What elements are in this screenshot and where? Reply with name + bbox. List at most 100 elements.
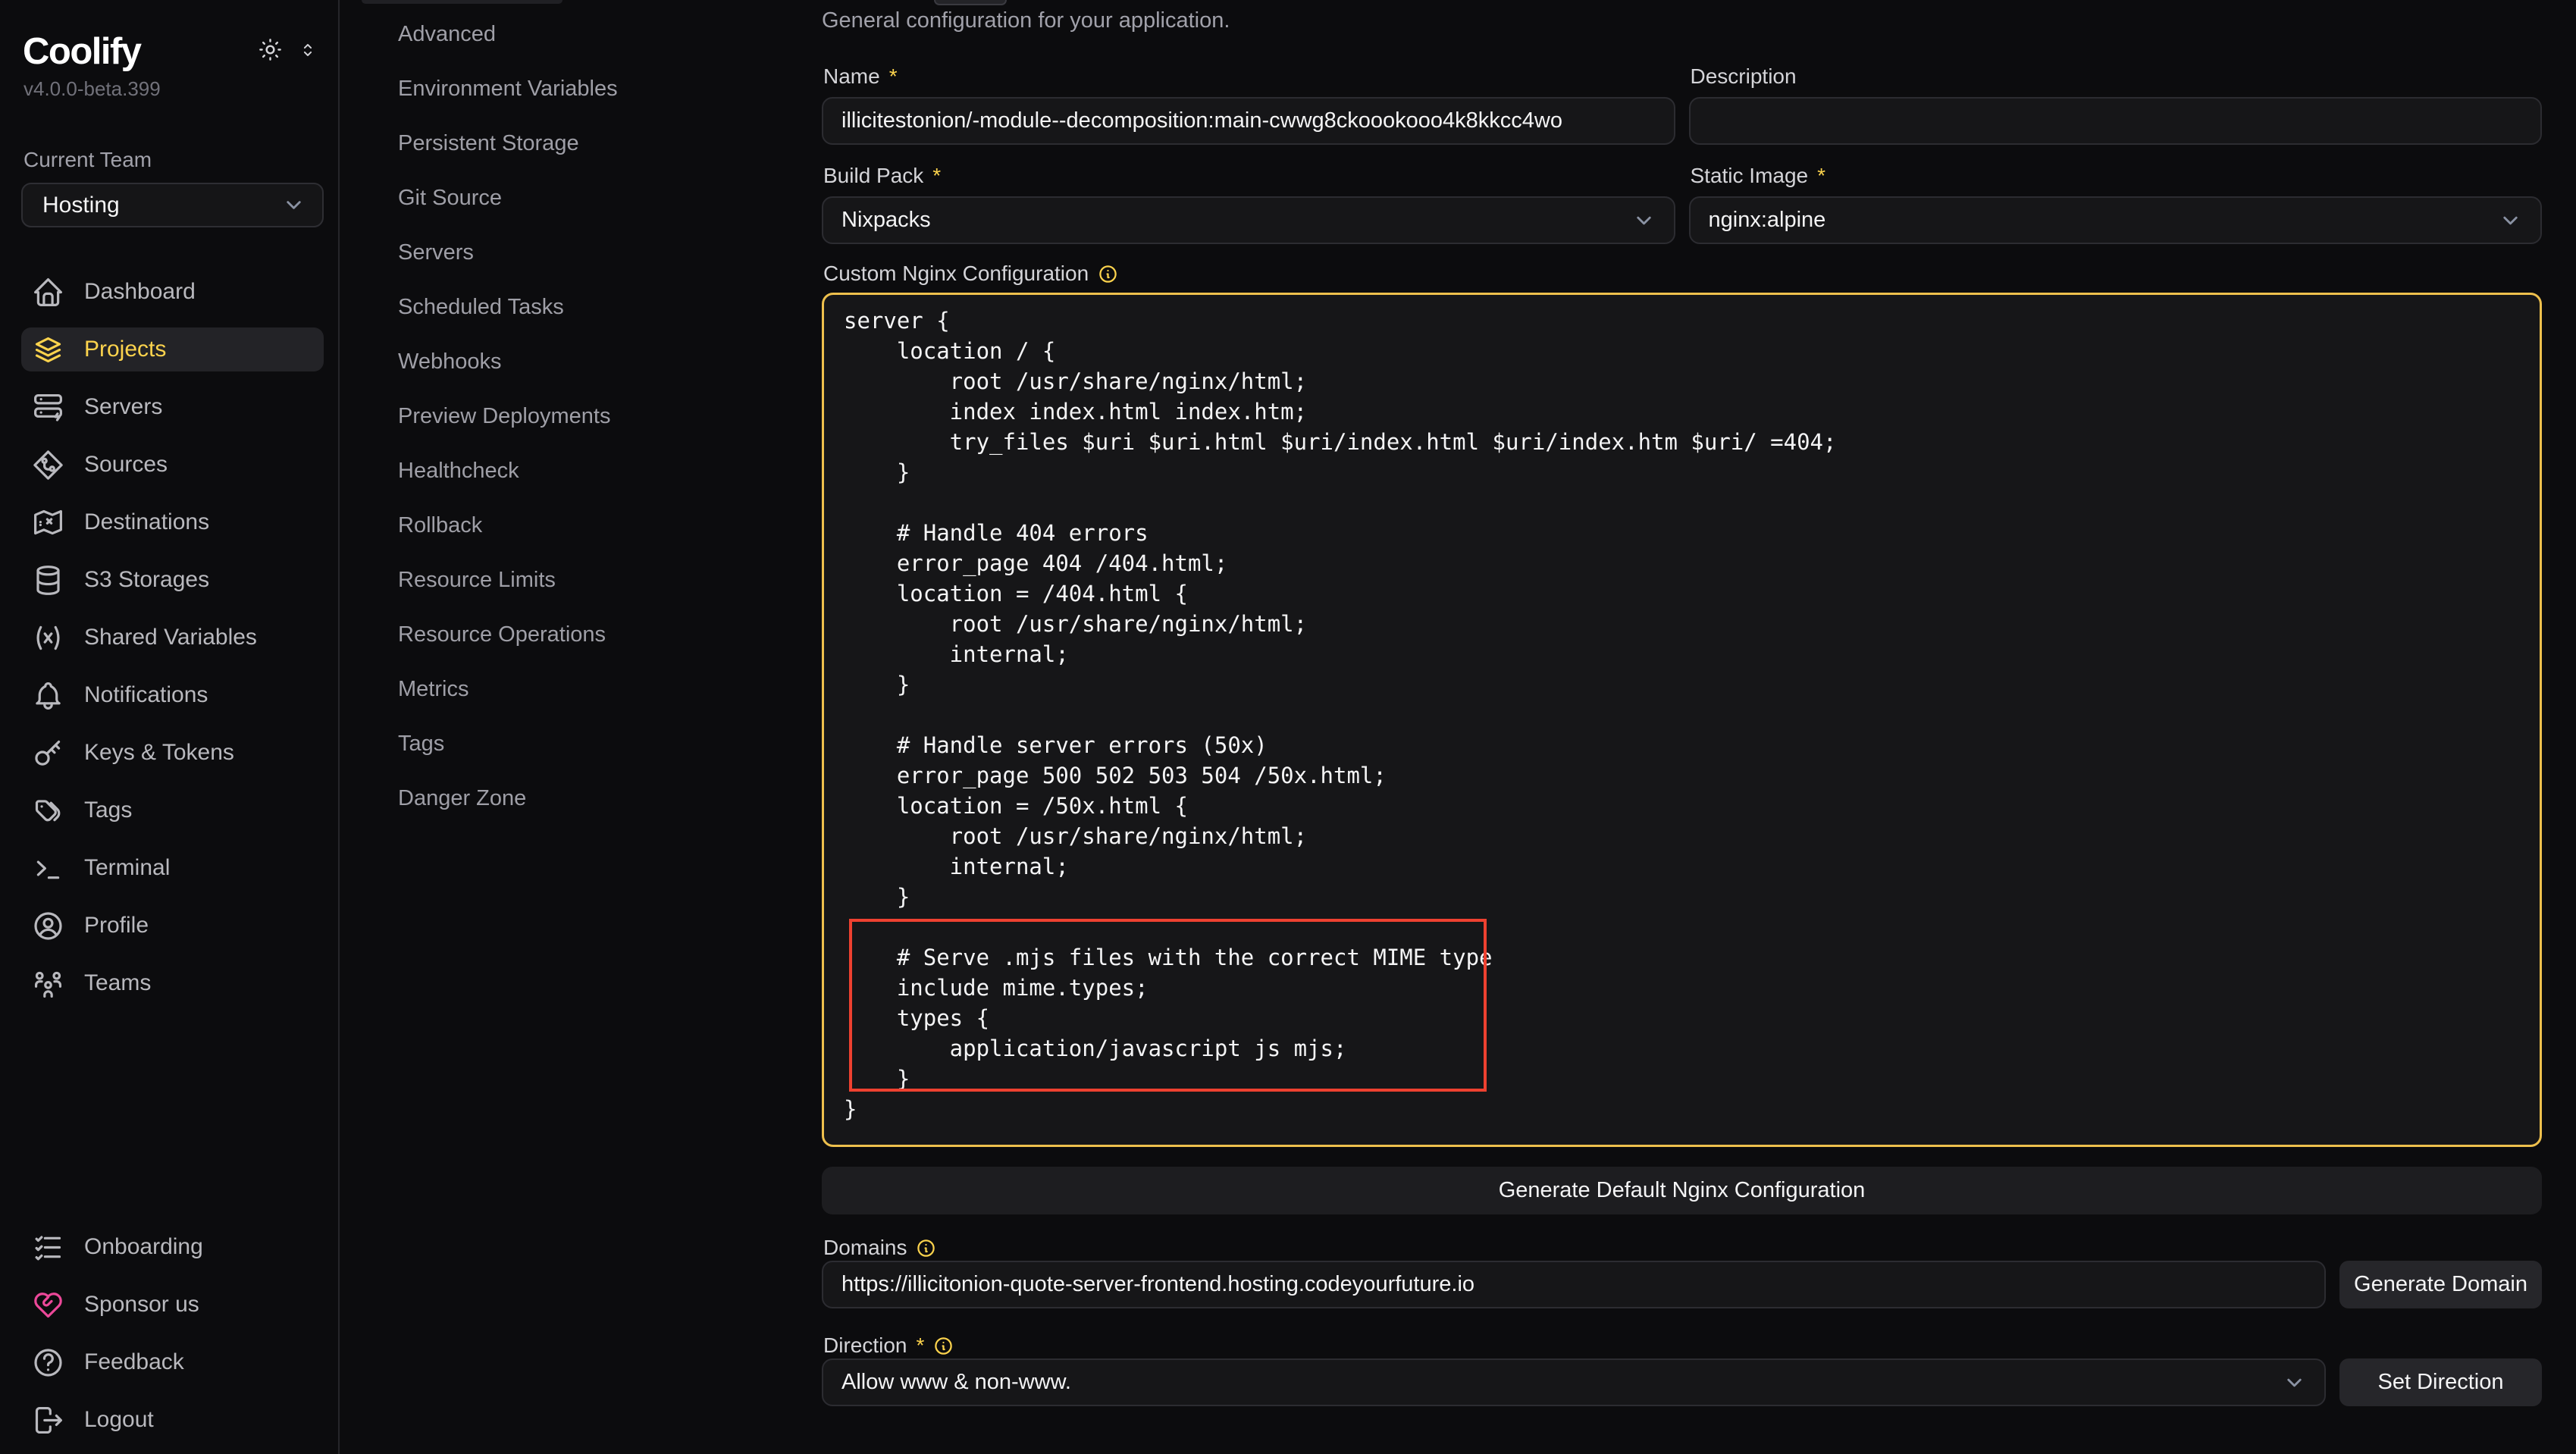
tags-icon	[31, 794, 65, 828]
settings-nav-item-label: Persistent Storage	[398, 131, 579, 156]
domains-input[interactable]	[822, 1261, 2326, 1308]
settings-nav: Advanced Environment Variables Persisten…	[340, 0, 804, 1454]
settings-nav-item[interactable]: Rollback	[398, 498, 804, 553]
sidebar-item-label: Servers	[84, 394, 162, 420]
sidebar-item-label: Keys & Tokens	[84, 740, 234, 766]
settings-nav-item-label: Advanced	[398, 22, 496, 47]
sidebar-item-label: Notifications	[84, 682, 208, 708]
nginx-config-field-label: Custom Nginx Configuration	[823, 261, 2542, 287]
sidebar-item[interactable]: Servers	[21, 385, 324, 429]
sidebar-item-label: Feedback	[84, 1349, 184, 1375]
settings-nav-item[interactable]: Environment Variables	[398, 61, 804, 116]
sidebar-item[interactable]: Logout	[21, 1398, 324, 1442]
sidebar-item-label: Destinations	[84, 509, 209, 535]
sidebar-item-label: Tags	[84, 798, 132, 823]
checklist-icon	[31, 1230, 65, 1264]
description-input[interactable]	[1689, 97, 2543, 145]
settings-nav-item[interactable]: Git Source	[398, 171, 804, 225]
home-icon	[31, 275, 65, 309]
settings-nav-item[interactable]: Preview Deployments	[398, 389, 804, 443]
heart-icon	[31, 1288, 65, 1322]
theme-toggle-sun-icon[interactable]	[257, 36, 284, 67]
sidebar-item-label: Onboarding	[84, 1234, 203, 1260]
settings-nav-item-label: Resource Limits	[398, 568, 556, 593]
sidebar-item[interactable]: Profile	[21, 904, 324, 948]
info-icon[interactable]	[933, 1336, 954, 1356]
settings-nav-item-label: Metrics	[398, 677, 469, 702]
info-icon[interactable]	[916, 1238, 936, 1258]
sidebar-item-label: Projects	[84, 337, 166, 362]
page-subtitle: General configuration for your applicati…	[822, 8, 2542, 33]
sidebar-item-label: Profile	[84, 913, 149, 939]
sidebar-item[interactable]: Sources	[21, 443, 324, 487]
settings-nav-item-label: Danger Zone	[398, 786, 526, 811]
settings-nav-item[interactable]: Danger Zone	[398, 771, 804, 826]
info-icon[interactable]	[1098, 264, 1118, 284]
settings-nav-item[interactable]: Persistent Storage	[398, 116, 804, 171]
settings-nav-item[interactable]: Metrics	[398, 662, 804, 716]
settings-nav-item[interactable]: Webhooks	[398, 334, 804, 389]
app-logo: Coolify	[23, 30, 141, 73]
settings-nav-item[interactable]: Servers	[398, 225, 804, 280]
build-pack-select[interactable]: Nixpacks	[822, 196, 1675, 244]
sidebar: Coolify v4.0.0-beta.399 Current Team Hos…	[0, 0, 340, 1454]
sidebar-item[interactable]: Sponsor us	[21, 1283, 324, 1327]
sidebar-item[interactable]: S3 Storages	[21, 558, 324, 602]
settings-nav-item[interactable]: Healthcheck	[398, 443, 804, 498]
server-icon	[31, 390, 65, 425]
sidebar-item[interactable]: Destinations	[21, 500, 324, 544]
selector-chevrons-icon[interactable]	[297, 39, 318, 64]
sidebar-item[interactable]: Teams	[21, 961, 324, 1005]
generate-domain-button[interactable]: Generate Domain	[2339, 1261, 2542, 1308]
map-icon	[31, 506, 65, 540]
sidebar-item[interactable]: Shared Variables	[21, 616, 324, 660]
git-icon	[31, 448, 65, 482]
settings-nav-item-label: Git Source	[398, 186, 502, 211]
required-asterisk: *	[916, 1333, 924, 1358]
sidebar-item[interactable]: Feedback	[21, 1340, 324, 1384]
settings-nav-item-label: Environment Variables	[398, 77, 618, 102]
settings-nav-item-general-partial[interactable]	[362, 0, 563, 4]
direction-select[interactable]: Allow www & non-www.	[822, 1358, 2326, 1406]
sidebar-item[interactable]: Keys & Tokens	[21, 731, 324, 775]
name-field-label: Name*	[823, 64, 1675, 89]
name-input[interactable]	[822, 97, 1675, 145]
chevron-down-icon	[282, 193, 306, 217]
coolify-app: Coolify v4.0.0-beta.399 Current Team Hos…	[0, 0, 2576, 1454]
build-pack-field-label: Build Pack*	[823, 163, 1675, 189]
chevron-down-icon	[2283, 1371, 2306, 1394]
direction-select-value: Allow www & non-www.	[841, 1370, 1071, 1395]
database-icon	[31, 563, 65, 597]
sidebar-item[interactable]: Tags	[21, 788, 324, 832]
team-select-value: Hosting	[42, 193, 120, 218]
build-pack-select-value: Nixpacks	[841, 208, 931, 233]
sidebar-item-label: Sources	[84, 452, 168, 478]
set-direction-button[interactable]: Set Direction	[2339, 1358, 2542, 1406]
sidebar-item[interactable]: Projects	[21, 327, 324, 371]
settings-nav-item[interactable]: Scheduled Tasks	[398, 280, 804, 334]
sidebar-item[interactable]: Notifications	[21, 673, 324, 717]
settings-nav-item[interactable]: Advanced	[398, 7, 804, 61]
sidebar-item[interactable]: Dashboard	[21, 270, 324, 314]
generate-default-nginx-button[interactable]: Generate Default Nginx Configuration	[822, 1167, 2542, 1214]
terminal-icon	[31, 851, 65, 885]
settings-nav-item[interactable]: Resource Limits	[398, 553, 804, 607]
required-asterisk: *	[889, 64, 898, 89]
nginx-config-textarea[interactable]: server { location / { root /usr/share/ng…	[822, 293, 2542, 1147]
sidebar-item[interactable]: Terminal	[21, 846, 324, 890]
settings-nav-item[interactable]: Tags	[398, 716, 804, 771]
key-icon	[31, 736, 65, 770]
sidebar-nav: Dashboard Projects Servers Sources Desti…	[0, 270, 338, 1005]
team-select[interactable]: Hosting	[21, 183, 324, 227]
settings-nav-item-label: Resource Operations	[398, 622, 606, 647]
chevron-down-icon	[1632, 208, 1656, 232]
current-team-label: Current Team	[24, 148, 338, 172]
static-image-select-value: nginx:alpine	[1709, 208, 1826, 233]
direction-field-label: Direction*	[823, 1333, 2542, 1358]
settings-nav-item[interactable]: Resource Operations	[398, 607, 804, 662]
sidebar-item[interactable]: Onboarding	[21, 1225, 324, 1269]
sidebar-item-label: Shared Variables	[84, 625, 257, 650]
static-image-select[interactable]: nginx:alpine	[1689, 196, 2543, 244]
save-button-partial[interactable]	[934, 0, 1007, 5]
settings-nav-item-label: Tags	[398, 732, 444, 757]
